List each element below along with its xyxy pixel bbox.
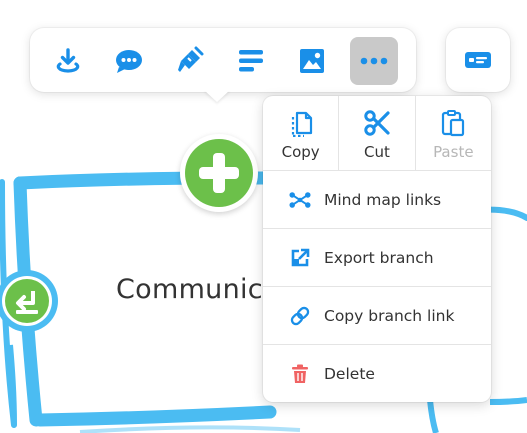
paint-brush-icon xyxy=(178,46,204,72)
context-menu: Copy Cut Paste Mind map links Export bra… xyxy=(263,96,491,402)
menu-divider xyxy=(263,344,491,345)
export-icon xyxy=(291,248,310,267)
mind-map-links-item[interactable]: Mind map links xyxy=(263,172,491,228)
text-align-button[interactable] xyxy=(227,37,275,85)
export-branch-label: Export branch xyxy=(324,249,434,267)
more-icon xyxy=(360,57,388,65)
comment-icon xyxy=(116,50,142,73)
image-button[interactable] xyxy=(288,37,336,85)
clipboard-row: Copy Cut Paste xyxy=(263,96,491,170)
cut-label: Cut xyxy=(364,143,390,161)
trash-icon xyxy=(292,364,308,383)
cut-button[interactable]: Cut xyxy=(338,96,414,170)
add-child-button[interactable] xyxy=(180,134,258,212)
scissors-icon xyxy=(364,110,390,136)
copy-button[interactable]: Copy xyxy=(263,96,338,170)
menu-divider xyxy=(263,286,491,287)
copy-icon xyxy=(291,111,312,137)
toolbar-pointer xyxy=(204,90,230,102)
link-icon xyxy=(290,306,310,326)
delete-label: Delete xyxy=(324,365,375,383)
copy-branch-link-label: Copy branch link xyxy=(324,307,455,325)
node-title[interactable]: Communica xyxy=(116,274,271,305)
more-button[interactable] xyxy=(350,37,398,85)
style-button[interactable] xyxy=(166,37,214,85)
download-icon xyxy=(56,48,80,73)
paste-label: Paste xyxy=(433,143,474,161)
export-branch-item[interactable]: Export branch xyxy=(263,230,491,286)
download-button[interactable] xyxy=(44,37,92,85)
plus-icon xyxy=(199,153,239,193)
card-view-button[interactable] xyxy=(446,28,510,92)
copy-label: Copy xyxy=(281,143,320,161)
copy-branch-link-item[interactable]: Copy branch link xyxy=(263,288,491,344)
node-toolbar xyxy=(30,28,416,92)
align-left-icon xyxy=(239,50,263,72)
menu-divider xyxy=(263,170,491,171)
card-icon xyxy=(465,52,491,68)
paste-icon xyxy=(442,110,465,137)
paste-button[interactable]: Paste xyxy=(414,96,491,170)
comment-button[interactable] xyxy=(105,37,153,85)
return-icon xyxy=(16,291,38,314)
mind-map-links-label: Mind map links xyxy=(324,191,442,209)
mind-map-links-icon xyxy=(289,192,311,208)
menu-divider xyxy=(263,228,491,229)
delete-item[interactable]: Delete xyxy=(263,346,491,402)
image-icon xyxy=(300,49,324,73)
